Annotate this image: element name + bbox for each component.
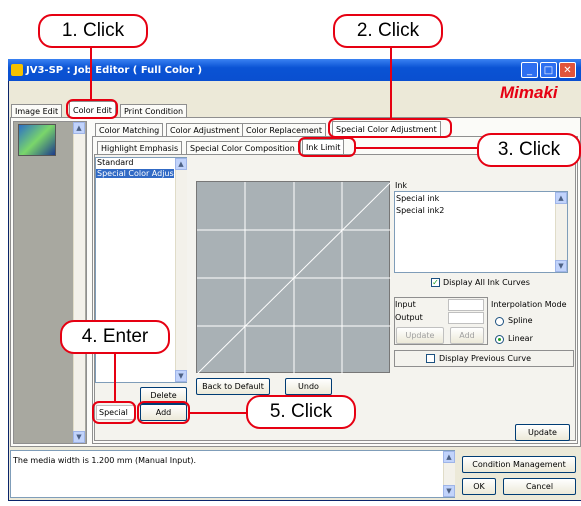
callout-line-5 — [190, 412, 247, 414]
callout-step-4: 4. Enter — [60, 320, 170, 354]
window-title: JV3-SP : Job Editor ( Full Color ) — [26, 64, 203, 76]
tab-print-condition[interactable]: Print Condition — [120, 104, 188, 118]
close-icon[interactable]: ✕ — [559, 62, 576, 78]
update-button[interactable]: Update — [515, 424, 570, 441]
undo-button[interactable]: Undo — [285, 378, 332, 395]
callout-line-1 — [90, 46, 92, 100]
graph-grid — [197, 182, 391, 374]
ink-label: Ink — [395, 181, 408, 190]
mimaki-logo: Mimaki — [500, 83, 558, 102]
chevron-down-icon[interactable]: ▼ — [175, 370, 187, 382]
list-item-selected[interactable]: Special Color Adjus — [96, 169, 174, 178]
list-item[interactable]: Special ink — [396, 194, 439, 203]
chevron-up-icon[interactable]: ▲ — [175, 158, 187, 170]
list-item[interactable]: Special ink2 — [396, 206, 444, 215]
ok-button[interactable]: OK — [462, 478, 496, 495]
tab-special-color-composition[interactable]: Special Color Composition — [186, 141, 301, 155]
highlight-ink-limit — [298, 137, 356, 157]
tab-image-edit[interactable]: Image Edit — [11, 104, 63, 118]
list-scrollbar[interactable] — [175, 158, 187, 382]
highlight-add — [137, 401, 190, 424]
thumbnail-scrollbar[interactable] — [73, 122, 85, 443]
output-field[interactable] — [448, 312, 484, 324]
tab-color-replacement[interactable]: Color Replacement — [242, 123, 326, 137]
display-all-ink-curves-label: Display All Ink Curves — [443, 278, 530, 287]
image-thumbnail[interactable] — [18, 124, 56, 156]
minimize-icon[interactable]: _ — [521, 62, 538, 78]
chevron-up-icon[interactable]: ▲ — [555, 192, 567, 204]
chevron-up-icon[interactable]: ▲ — [443, 451, 455, 463]
highlight-name-input — [92, 401, 136, 424]
display-previous-curve-label: Display Previous Curve — [439, 354, 531, 363]
io-update-button[interactable]: Update — [396, 327, 444, 344]
status-text: The media width is 1.200 mm (Manual Inpu… — [13, 456, 197, 465]
callout-step-3: 3. Click — [477, 133, 581, 167]
list-item[interactable]: Standard — [97, 158, 133, 167]
chevron-down-icon[interactable]: ▼ — [73, 431, 85, 443]
chevron-up-icon[interactable]: ▲ — [73, 122, 85, 134]
input-label: Input — [395, 300, 416, 309]
app-icon — [11, 64, 23, 76]
cancel-button[interactable]: Cancel — [503, 478, 576, 495]
display-previous-curve-checkbox[interactable] — [426, 354, 435, 363]
condition-management-button[interactable]: Condition Management — [462, 456, 576, 473]
callout-line-4 — [114, 352, 116, 402]
output-label: Output — [395, 313, 423, 322]
chevron-down-icon[interactable]: ▼ — [443, 485, 455, 497]
spline-radio[interactable] — [495, 317, 504, 326]
display-all-ink-curves-checkbox[interactable]: ✓ — [431, 278, 440, 287]
callout-line-3 — [356, 147, 478, 149]
ink-limit-graph[interactable] — [196, 181, 391, 374]
ink-list[interactable] — [394, 191, 568, 273]
io-add-button[interactable]: Add — [450, 327, 484, 344]
callout-step-2: 2. Click — [333, 14, 443, 48]
interpolation-mode-label: Interpolation Mode — [491, 300, 567, 309]
back-to-default-button[interactable]: Back to Default — [196, 378, 270, 395]
callout-step-1: 1. Click — [38, 14, 148, 48]
spline-label: Spline — [508, 316, 533, 325]
linear-label: Linear — [508, 334, 533, 343]
tab-color-matching[interactable]: Color Matching — [95, 123, 164, 137]
callout-step-5: 5. Click — [246, 395, 356, 429]
callout-line-2 — [390, 46, 392, 119]
linear-radio[interactable] — [495, 335, 504, 344]
highlight-special-color-adjustment — [328, 118, 452, 138]
input-field[interactable] — [448, 299, 484, 311]
tab-highlight-emphasis[interactable]: Highlight Emphasis — [97, 141, 183, 155]
maximize-icon[interactable]: □ — [540, 62, 557, 78]
chevron-down-icon[interactable]: ▼ — [555, 260, 567, 272]
highlight-color-edit — [66, 99, 118, 119]
title-bar: JV3-SP : Job Editor ( Full Color ) — [8, 59, 581, 81]
tab-color-adjustment[interactable]: Color Adjustment — [166, 123, 244, 137]
